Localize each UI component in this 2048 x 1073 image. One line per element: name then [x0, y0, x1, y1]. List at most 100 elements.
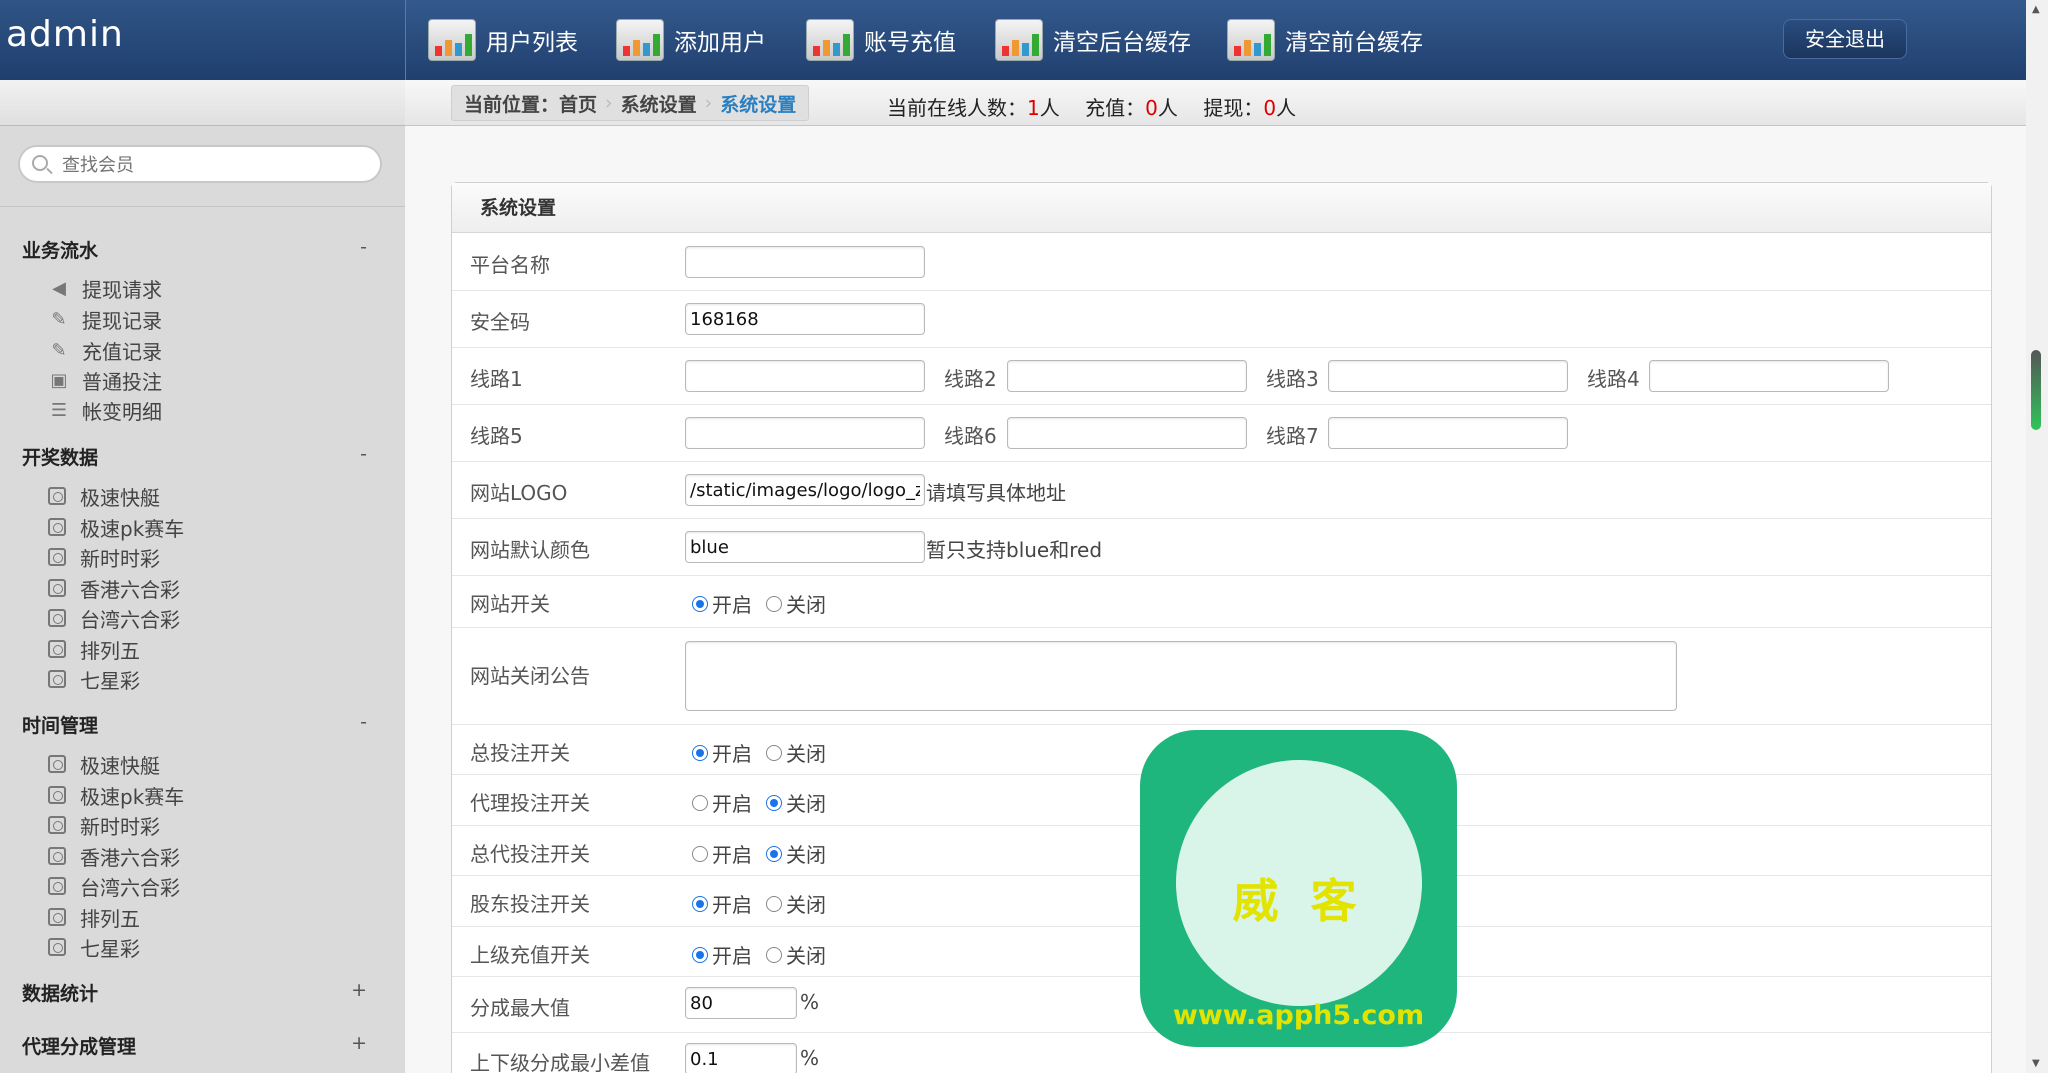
shareholder-bet-off-radio[interactable]: 关闭 — [766, 889, 826, 918]
sidebar-item-label: 极速pk赛车 — [80, 516, 185, 541]
collapse-toggle[interactable]: - — [360, 443, 367, 465]
breadcrumb-mid[interactable]: 系统设置 — [621, 90, 697, 117]
field-label: 上下级分成最小差值 — [470, 1051, 650, 1073]
sidebar-item-lottery-time[interactable]: 极速快艇 — [48, 750, 160, 778]
sidebar-item-lottery-time[interactable]: 台湾六合彩 — [48, 872, 180, 900]
sidebar-item-lottery[interactable]: 台湾六合彩 — [48, 604, 180, 632]
bet-switch-off-radio[interactable]: 关闭 — [766, 738, 826, 767]
sidebar-item-label: 极速快艇 — [80, 485, 160, 510]
sidebar-item-label: 极速快艇 — [80, 753, 160, 778]
radio-dot[interactable] — [692, 595, 708, 612]
radio-dot[interactable] — [692, 794, 708, 811]
share-max-input[interactable] — [685, 987, 797, 1019]
agent-bet-off-radio[interactable]: 关闭 — [766, 788, 826, 817]
nav-user-list[interactable]: 用户列表 — [428, 0, 578, 80]
stat-unit: 人 — [1276, 96, 1297, 120]
expand-toggle[interactable]: + — [351, 979, 367, 1001]
parent-recharge-on-radio[interactable]: 开启 — [692, 940, 752, 969]
sidebar-group-agent-share[interactable]: 代理分成管理 + — [22, 1032, 367, 1059]
form-row-default-color: 网站默认颜色 暂只支持blue和red — [452, 519, 1991, 576]
search-input[interactable] — [62, 151, 362, 179]
collapse-toggle[interactable]: - — [360, 711, 367, 733]
nav-clear-frontend-cache[interactable]: 清空前台缓存 — [1227, 0, 1423, 80]
member-search[interactable] — [18, 145, 382, 183]
shareholder-bet-on-radio[interactable]: 开启 — [692, 889, 752, 918]
line2-input[interactable] — [1007, 360, 1247, 392]
nav-clear-backend-cache[interactable]: 清空后台缓存 — [995, 0, 1191, 80]
sidebar-item-lottery[interactable]: 七星彩 — [48, 665, 140, 693]
close-notice-textarea[interactable] — [685, 641, 1677, 711]
bet-switch-on-radio[interactable]: 开启 — [692, 738, 752, 767]
radio-label: 开启 — [712, 893, 752, 917]
chart-icon — [616, 19, 664, 61]
radio-dot[interactable] — [766, 895, 782, 912]
parent-recharge-off-radio[interactable]: 关闭 — [766, 940, 826, 969]
security-code-input[interactable] — [685, 303, 925, 335]
scroll-up-icon[interactable]: ▲ — [2032, 4, 2040, 15]
field-label: 股东投注开关 — [470, 892, 590, 916]
sidebar-item-lottery[interactable]: 极速pk赛车 — [48, 513, 184, 541]
radio-dot[interactable] — [692, 744, 708, 761]
sidebar-group-time-management[interactable]: 时间管理 - — [22, 711, 367, 738]
breadcrumb-home[interactable]: 当前位置：首页 — [464, 90, 597, 117]
radio-label: 开启 — [712, 792, 752, 816]
site-switch-off-radio[interactable]: 关闭 — [766, 589, 826, 618]
radio-label: 开启 — [712, 843, 752, 867]
sidebar-item-label: 提现记录 — [82, 308, 162, 333]
sidebar-group-statistics[interactable]: 数据统计 + — [22, 979, 367, 1006]
unit-label: % — [800, 990, 820, 1014]
sidebar-item-account-changes[interactable]: ☰ 帐变明细 — [48, 396, 162, 424]
line6-input[interactable] — [1007, 417, 1247, 449]
sidebar-item-lottery-time[interactable]: 香港六合彩 — [48, 842, 180, 870]
line7-input[interactable] — [1328, 417, 1568, 449]
sidebar-item-lottery[interactable]: 极速快艇 — [48, 482, 160, 510]
group-title: 时间管理 — [22, 715, 99, 737]
expand-toggle[interactable]: + — [351, 1032, 367, 1054]
radio-dot[interactable] — [766, 794, 782, 811]
default-color-input[interactable] — [685, 531, 925, 563]
sidebar-item-lottery[interactable]: 排列五 — [48, 635, 140, 663]
radio-dot[interactable] — [766, 744, 782, 761]
platform-name-input[interactable] — [685, 246, 925, 278]
nav-add-user[interactable]: 添加用户 — [616, 0, 766, 80]
line3-input[interactable] — [1328, 360, 1568, 392]
sidebar-item-lottery-time[interactable]: 排列五 — [48, 903, 140, 931]
radio-dot[interactable] — [766, 946, 782, 963]
logo-path-input[interactable] — [685, 474, 925, 506]
radio-label: 关闭 — [786, 742, 826, 766]
field-label: 安全码 — [470, 310, 530, 334]
site-switch-on-radio[interactable]: 开启 — [692, 589, 752, 618]
share-min-diff-input[interactable] — [685, 1043, 797, 1073]
radio-dot[interactable] — [692, 845, 708, 862]
radio-dot[interactable] — [692, 946, 708, 963]
general-agent-bet-off-radio[interactable]: 关闭 — [766, 839, 826, 868]
sidebar-group-draw-data[interactable]: 开奖数据 - — [22, 443, 367, 470]
sidebar-item-withdraw-record[interactable]: ✎ 提现记录 — [48, 305, 162, 333]
line1-input[interactable] — [685, 360, 925, 392]
scroll-down-icon[interactable]: ▼ — [2032, 1058, 2040, 1069]
logout-button[interactable]: 安全退出 — [1783, 19, 1907, 59]
page-scrollbar[interactable]: ▲ ▼ — [2026, 0, 2048, 1073]
nav-account-recharge[interactable]: 账号充值 — [806, 0, 956, 80]
scroll-thumb[interactable] — [2031, 350, 2041, 430]
agent-bet-on-radio[interactable]: 开启 — [692, 788, 752, 817]
radio-dot[interactable] — [766, 845, 782, 862]
group-title: 数据统计 — [22, 983, 99, 1005]
field-label: 网站关闭公告 — [470, 664, 590, 688]
line5-input[interactable] — [685, 417, 925, 449]
sidebar-item-lottery[interactable]: 新时时彩 — [48, 543, 160, 571]
collapse-toggle[interactable]: - — [360, 236, 367, 258]
sidebar-group-business[interactable]: 业务流水 - — [22, 236, 367, 263]
sidebar-item-lottery-time[interactable]: 新时时彩 — [48, 811, 160, 839]
sidebar-item-recharge-record[interactable]: ✎ 充值记录 — [48, 336, 162, 364]
sidebar-item-withdraw-request[interactable]: ◀ 提现请求 — [48, 274, 162, 302]
sidebar-item-normal-bet[interactable]: ▣ 普通投注 — [48, 366, 162, 394]
sidebar-item-lottery[interactable]: 香港六合彩 — [48, 574, 180, 602]
general-agent-bet-on-radio[interactable]: 开启 — [692, 839, 752, 868]
sidebar-item-label: 新时时彩 — [80, 546, 160, 571]
sidebar-item-lottery-time[interactable]: 七星彩 — [48, 933, 140, 961]
radio-dot[interactable] — [692, 895, 708, 912]
radio-dot[interactable] — [766, 595, 782, 612]
sidebar-item-lottery-time[interactable]: 极速pk赛车 — [48, 781, 184, 809]
line4-input[interactable] — [1649, 360, 1889, 392]
